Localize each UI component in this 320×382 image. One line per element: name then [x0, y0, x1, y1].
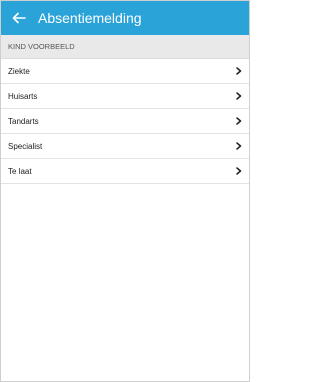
app-window: Absentiemelding KIND VOORBEELD Ziekte Hu… — [0, 0, 250, 382]
list-item-label: Te laat — [8, 166, 32, 176]
list-item-te-laat[interactable]: Te laat — [1, 159, 249, 184]
list-item-huisarts[interactable]: Huisarts — [1, 84, 249, 109]
list-item-label: Specialist — [8, 141, 43, 151]
arrow-left-icon — [12, 12, 26, 24]
chevron-right-icon — [235, 66, 243, 76]
absence-type-list: Ziekte Huisarts Tandarts Specialist Te l… — [1, 59, 249, 184]
list-item-label: Huisarts — [8, 91, 38, 101]
page-title: Absentiemelding — [38, 10, 142, 26]
list-item-tandarts[interactable]: Tandarts — [1, 109, 249, 134]
list-item-specialist[interactable]: Specialist — [1, 134, 249, 159]
list-item-ziekte[interactable]: Ziekte — [1, 59, 249, 84]
chevron-right-icon — [235, 141, 243, 151]
back-button[interactable] — [4, 1, 34, 35]
app-bar: Absentiemelding — [1, 1, 249, 35]
list-item-label: Tandarts — [8, 116, 39, 126]
list-item-label: Ziekte — [8, 66, 30, 76]
chevron-right-icon — [235, 116, 243, 126]
section-header: KIND VOORBEELD — [1, 35, 249, 59]
chevron-right-icon — [235, 91, 243, 101]
chevron-right-icon — [235, 166, 243, 176]
